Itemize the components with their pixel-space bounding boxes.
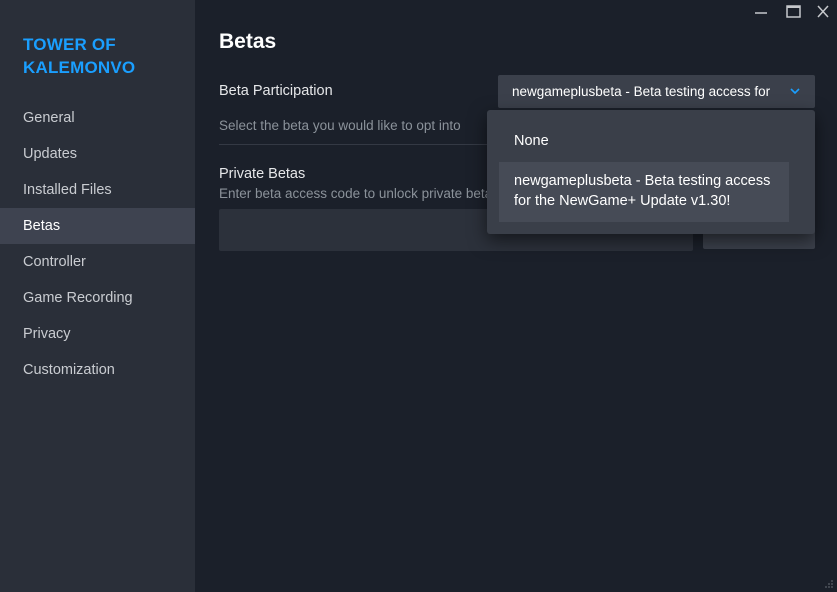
dropdown-selected-value: newgameplusbeta - Beta testing access fo… <box>512 84 774 99</box>
sidebar-item-betas[interactable]: Betas <box>0 208 195 244</box>
option-beta-line-2: for the NewGame+ Update v1.30! <box>514 193 731 209</box>
page-title: Betas <box>219 30 277 53</box>
game-title-line-2: KALEMONVO <box>23 58 136 77</box>
sidebar-item-game-recording[interactable]: Game Recording <box>0 280 195 316</box>
sidebar-item-customization[interactable]: Customization <box>0 352 195 388</box>
sidebar-item-updates[interactable]: Updates <box>0 136 195 172</box>
sidebar-item-installed-files[interactable]: Installed Files <box>0 172 195 208</box>
private-betas-description: Enter beta access code to unlock private… <box>219 186 499 201</box>
dropdown-option-newgameplusbeta[interactable]: newgameplusbeta - Beta testing access fo… <box>499 162 789 222</box>
close-button[interactable] <box>811 0 835 24</box>
sidebar-item-general[interactable]: General <box>0 100 195 136</box>
game-title: TOWER OF KALEMONVO <box>23 33 183 79</box>
sidebar-item-controller[interactable]: Controller <box>0 244 195 280</box>
beta-participation-label: Beta Participation <box>219 83 333 99</box>
minimize-icon <box>755 12 767 14</box>
resize-grip-icon[interactable] <box>824 579 834 589</box>
option-none-label: None <box>514 133 549 149</box>
option-beta-line-1: newgameplusbeta - Beta testing access <box>514 173 771 189</box>
beta-help-text: Select the beta you would like to opt in… <box>219 118 461 133</box>
maximize-button[interactable] <box>781 0 805 24</box>
sidebar-item-privacy[interactable]: Privacy <box>0 316 195 352</box>
maximize-icon <box>786 5 801 18</box>
close-icon <box>817 5 829 18</box>
minimize-button[interactable] <box>749 0 773 24</box>
sidebar-nav: General Updates Installed Files Betas Co… <box>0 100 195 388</box>
sidebar: TOWER OF KALEMONVO General Updates Insta… <box>0 0 195 592</box>
chevron-down-icon <box>790 88 800 95</box>
beta-dropdown-menu: None newgameplusbeta - Beta testing acce… <box>487 110 815 234</box>
dropdown-option-none[interactable]: None <box>499 130 804 152</box>
game-title-line-1: TOWER OF <box>23 35 116 54</box>
beta-participation-dropdown[interactable]: newgameplusbeta - Beta testing access fo… <box>498 75 815 108</box>
private-betas-label: Private Betas <box>219 166 306 182</box>
